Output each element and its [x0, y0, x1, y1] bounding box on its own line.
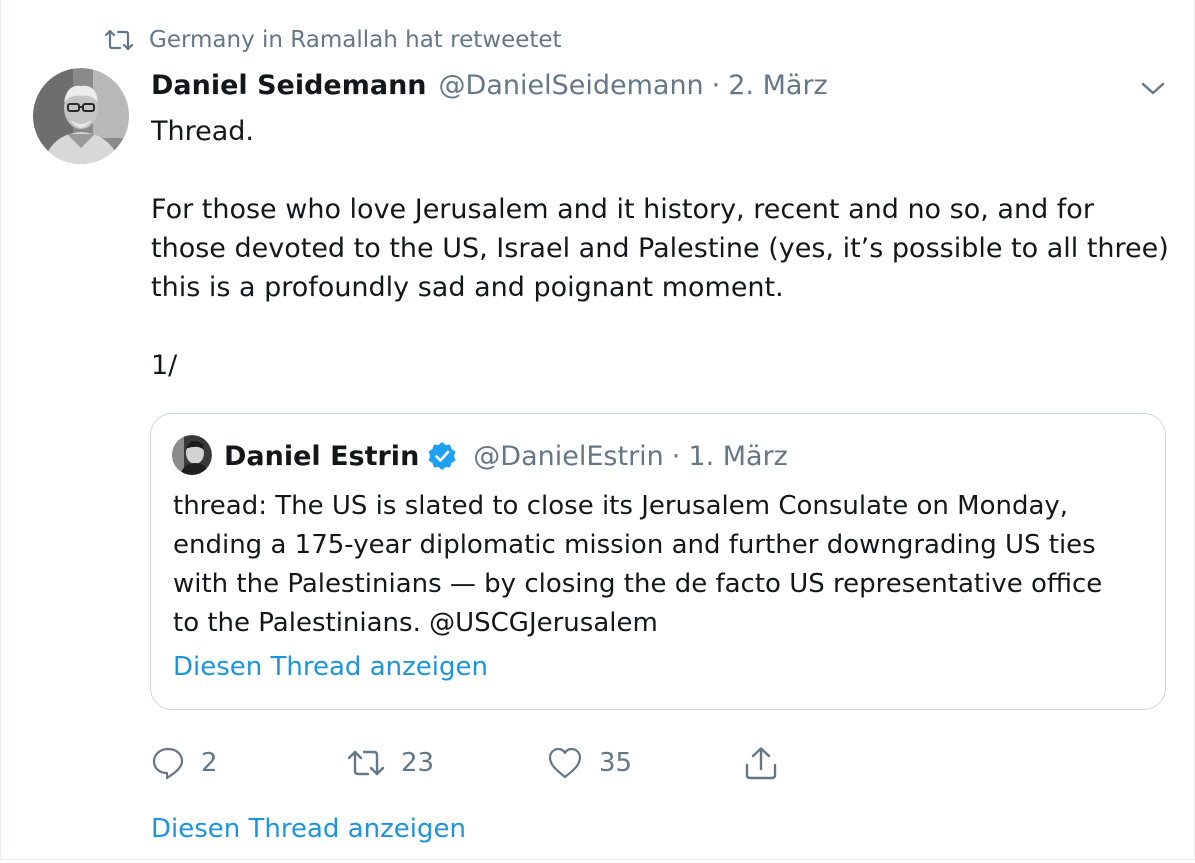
quoted-tweet[interactable]: Daniel Estrin @DanielEstrin · 1. März th… — [150, 413, 1166, 710]
reply-button[interactable]: 2 — [151, 742, 218, 784]
retweet-icon — [105, 29, 133, 51]
quoted-text-line: to the Palestinians. @USCGJerusalem — [173, 608, 658, 638]
quoted-show-thread-link[interactable]: Diesen Thread anzeigen — [173, 652, 488, 682]
quoted-date: 1. März — [688, 440, 788, 472]
tweet-paragraph: For those who love Jerusalem and it hist… — [151, 194, 1169, 303]
quoted-author-handle: @DanielEstrin — [473, 440, 664, 472]
like-count: 35 — [599, 748, 633, 778]
verified-badge-icon — [428, 442, 456, 470]
show-thread-link[interactable]: Diesen Thread anzeigen — [151, 814, 466, 844]
reply-count: 2 — [201, 748, 218, 778]
chevron-down-icon[interactable] — [1139, 76, 1167, 100]
quoted-header-separator: · — [671, 440, 681, 472]
retweet-count: 23 — [401, 748, 435, 778]
retweet-context: Germany in Ramallah hat retweetet — [105, 24, 562, 56]
heart-icon — [548, 747, 582, 779]
quoted-header: Daniel Estrin @DanielEstrin · 1. März — [224, 436, 788, 476]
author-name[interactable]: Daniel Seidemann — [151, 70, 427, 101]
tweet-header: Daniel Seidemann @DanielSeidemann · 2. M… — [151, 70, 828, 106]
quoted-author-avatar — [172, 435, 212, 475]
tweet-text: Thread. For those who love Jerusalem and… — [151, 112, 1171, 385]
author-handle[interactable]: @DanielSeidemann — [439, 70, 704, 101]
like-button[interactable]: 35 — [547, 742, 632, 784]
tweet-date[interactable]: 2. März — [728, 70, 827, 101]
retweet-context-text[interactable]: Germany in Ramallah hat retweetet — [149, 27, 562, 53]
share-icon — [745, 747, 777, 780]
quoted-text: thread: The US is slated to close its Je… — [173, 487, 1153, 643]
quoted-text-line: thread: The US is slated to close its Je… — [173, 491, 1069, 521]
quoted-text-line: with the Palestinians — by closing the d… — [173, 569, 1103, 599]
reply-icon — [152, 747, 184, 780]
share-button[interactable] — [743, 742, 779, 784]
tweet-paragraph: Thread. — [151, 116, 254, 147]
tweet[interactable]: Germany in Ramallah hat retweetet Daniel… — [0, 0, 1195, 860]
header-separator: · — [711, 70, 721, 101]
retweet-button[interactable]: 23 — [347, 742, 434, 784]
retweet-icon — [347, 750, 385, 776]
tweet-paragraph: 1/ — [151, 350, 178, 381]
author-avatar[interactable] — [33, 68, 129, 164]
quoted-author-name: Daniel Estrin — [224, 440, 420, 472]
quoted-text-line: ending a 175-year diplomatic mission and… — [173, 530, 1096, 560]
